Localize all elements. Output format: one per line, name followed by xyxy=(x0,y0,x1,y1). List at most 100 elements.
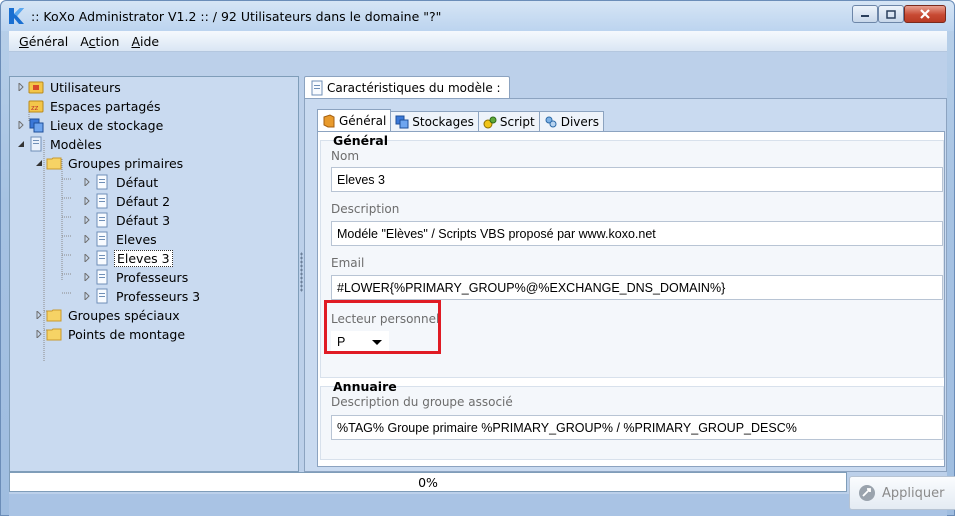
status-strip xyxy=(9,494,947,516)
expand-arrow-icon[interactable] xyxy=(34,310,44,320)
tree-item-defaut[interactable]: Défaut xyxy=(82,173,160,191)
shared-space-icon: zz xyxy=(28,98,44,114)
tree-item-professeurs[interactable]: Professeurs xyxy=(82,268,190,286)
tree-item-groupes-primaires[interactable]: Groupes primaires xyxy=(34,154,185,172)
panel-splitter[interactable] xyxy=(300,76,303,472)
svg-text:zz: zz xyxy=(31,104,39,112)
tree-item-eleves[interactable]: Eleves xyxy=(82,230,159,248)
window-controls xyxy=(852,5,946,23)
directory-group: Annuaire Description du groupe associé %… xyxy=(320,379,944,460)
splitter-grip xyxy=(300,252,303,292)
folder-icon xyxy=(46,155,62,171)
script-tab-icon xyxy=(483,115,497,129)
menu-bar: Général Action Aide xyxy=(9,31,947,52)
close-button[interactable] xyxy=(904,5,946,23)
tree-item-label: Groupes primaires xyxy=(68,155,184,171)
tree-item-professeurs-3[interactable]: Professeurs 3 xyxy=(82,287,202,305)
misc-tab-icon xyxy=(544,115,558,129)
window-title: :: KoXo Administrator V1.2 :: / 92 Utili… xyxy=(31,8,442,24)
navigation-tree[interactable]: Utilisateurs zz Espaces partagés Lieux d… xyxy=(9,76,299,472)
name-field[interactable]: Eleves 3 xyxy=(331,167,943,192)
tab-label: Général xyxy=(339,113,387,128)
menu-general[interactable]: Général xyxy=(13,34,74,49)
email-label: Email xyxy=(331,256,365,270)
tree-item-eleves-3[interactable]: Eleves 3 xyxy=(82,249,173,267)
tab-stockages[interactable]: Stockages xyxy=(390,111,479,131)
expand-arrow-icon[interactable] xyxy=(82,234,92,244)
storage-tab-icon xyxy=(395,115,409,129)
tree-item-label: Défaut 3 xyxy=(116,212,171,228)
model-doc-icon xyxy=(309,80,325,96)
general-tab-icon xyxy=(322,113,336,128)
expand-arrow-icon[interactable] xyxy=(82,272,92,282)
expand-arrow-icon[interactable] xyxy=(82,215,92,225)
expand-arrow-icon[interactable] xyxy=(16,82,26,92)
folder-icon xyxy=(46,326,62,342)
drive-select[interactable]: P xyxy=(331,331,389,353)
progress-text: 0% xyxy=(418,474,438,490)
tab-label: Stockages xyxy=(412,114,474,129)
client-area: Utilisateurs zz Espaces partagés Lieux d… xyxy=(9,52,955,516)
tree-item-espaces-partages[interactable]: zz Espaces partagés xyxy=(28,97,163,115)
minimize-button[interactable] xyxy=(852,5,878,23)
tree-item-label-selected: Eleves 3 xyxy=(114,249,173,267)
tree-item-label: Professeurs xyxy=(116,269,189,285)
tree-item-label: Utilisateurs xyxy=(50,79,121,95)
document-icon xyxy=(94,250,110,266)
document-icon xyxy=(94,174,110,190)
document-icon xyxy=(94,231,110,247)
document-icon xyxy=(94,193,110,209)
email-field[interactable]: #LOWER{%PRIMARY_GROUP%@%EXCHANGE_DNS_DOM… xyxy=(331,275,943,300)
expand-arrow-icon[interactable] xyxy=(16,120,26,130)
collapse-arrow-icon[interactable] xyxy=(16,139,26,149)
tree-item-label: Points de montage xyxy=(68,326,186,342)
status-area: 0% Appliquer xyxy=(9,472,955,516)
general-section-title: Général xyxy=(333,133,388,148)
tab-script[interactable]: Script xyxy=(477,111,540,131)
tab-model-characteristics[interactable]: Caractéristiques du modèle : xyxy=(304,76,510,98)
tree-item-defaut-2[interactable]: Défaut 2 xyxy=(82,192,172,210)
tree-item-utilisateurs[interactable]: Utilisateurs xyxy=(16,78,123,96)
expand-arrow-icon[interactable] xyxy=(82,177,92,187)
tree-item-lieux-de-stockage[interactable]: Lieux de stockage xyxy=(16,116,165,134)
drive-label: Lecteur personnel xyxy=(331,312,440,326)
drive-select-value: P xyxy=(337,335,346,349)
collapse-arrow-icon[interactable] xyxy=(34,158,44,168)
description-label: Description xyxy=(331,202,400,216)
tree-item-label: Défaut 2 xyxy=(116,193,171,209)
tab-divers[interactable]: Divers xyxy=(538,111,604,131)
model-panel: Général Stockages Script Divers Général … xyxy=(304,98,947,472)
group-description-field[interactable]: %TAG% Groupe primaire %PRIMARY_GROUP% / … xyxy=(331,415,943,440)
menu-aide[interactable]: Aide xyxy=(125,34,165,49)
expand-arrow-icon[interactable] xyxy=(82,196,92,206)
tree-item-defaut-3[interactable]: Défaut 3 xyxy=(82,211,172,229)
progress-bar: 0% xyxy=(9,472,847,492)
expand-arrow-icon[interactable] xyxy=(82,253,92,263)
tab-label: Caractéristiques du modèle : xyxy=(327,80,501,95)
close-icon xyxy=(920,9,930,19)
tree-item-label: Défaut xyxy=(116,174,159,190)
tree-item-modeles[interactable]: Modèles xyxy=(16,135,104,153)
apply-button[interactable]: Appliquer xyxy=(849,476,955,510)
title-bar[interactable]: :: KoXo Administrator V1.2 :: / 92 Utili… xyxy=(1,1,954,31)
expand-arrow-icon[interactable] xyxy=(34,329,44,339)
document-icon xyxy=(94,269,110,285)
tree-item-points-de-montage[interactable]: Points de montage xyxy=(34,325,187,343)
description-field[interactable]: Modéle "Elèves" / Scripts VBS proposé pa… xyxy=(331,221,943,246)
koxo-logo-icon xyxy=(7,7,25,25)
tree-item-label: Lieux de stockage xyxy=(50,117,164,133)
dropdown-arrow-icon[interactable] xyxy=(372,340,382,345)
app-window: :: KoXo Administrator V1.2 :: / 92 Utili… xyxy=(0,0,955,516)
tree-item-label: Modèles xyxy=(50,136,102,152)
tab-general[interactable]: Général xyxy=(317,109,392,131)
maximize-button[interactable] xyxy=(878,5,904,23)
tab-label: Script xyxy=(499,114,535,129)
tree-item-groupes-speciaux[interactable]: Groupes spéciaux xyxy=(34,306,182,324)
group-description-label: Description du groupe associé xyxy=(331,395,513,409)
expand-arrow-icon[interactable] xyxy=(82,291,92,301)
apply-icon xyxy=(858,484,876,502)
general-group: Général Nom Eleves 3 Description Modéle … xyxy=(320,133,944,378)
maximize-icon xyxy=(886,9,896,19)
menu-action[interactable]: Action xyxy=(74,34,125,49)
tree-item-label: Eleves xyxy=(116,231,157,247)
